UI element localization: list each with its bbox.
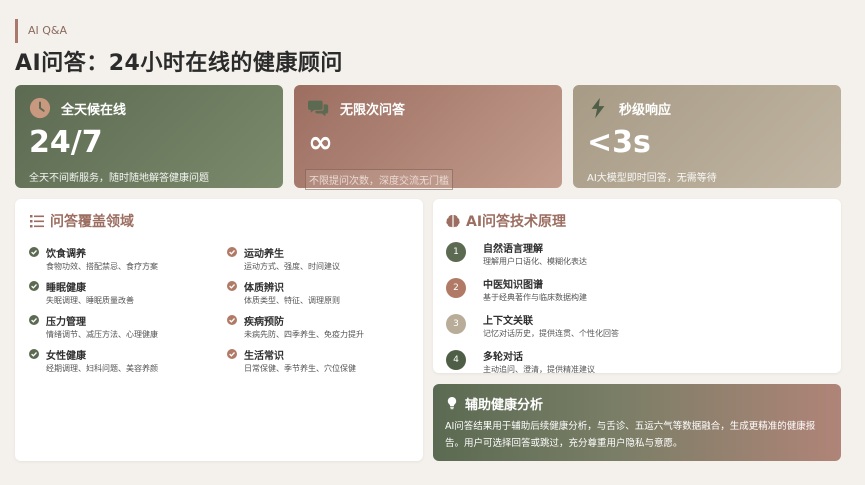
clock-icon <box>29 97 51 119</box>
coverage-panel: 问答覆盖领域 饮食调养 食物功效、搭配禁忌、食疗方案 睡眠健康 失眠调理、睡眠质… <box>15 199 423 461</box>
tech-item: 4 多轮对话 主动追问、澄清，提供精准建议 <box>445 347 829 383</box>
coverage-item-title: 运动养生 <box>244 249 284 260</box>
coverage-grid: 饮食调养 食物功效、搭配禁忌、食疗方案 睡眠健康 失眠调理、睡眠质量改善 压力管… <box>29 245 409 465</box>
check-circle-icon <box>29 315 39 325</box>
coverage-item-title: 疾病预防 <box>244 317 284 328</box>
page-title: AI问答：24小时在线的健康顾问 <box>15 51 343 76</box>
coverage-item-desc: 日常保健、季节养生、穴位保健 <box>244 364 356 373</box>
chat-bubbles-icon <box>308 100 329 117</box>
coverage-item-desc: 经期调理、妇科问题、美容养颜 <box>46 364 158 373</box>
section-tag: AI Q&A <box>15 19 67 43</box>
tech-item-desc: 记忆对话历史，提供连贯、个性化回答 <box>483 329 619 338</box>
coverage-item: 运动养生 运动方式、强度、时间建议 <box>227 245 417 279</box>
tech-panel: AI问答技术原理 1 自然语言理解 理解用户口语化、模糊化表达 2 中医知识图谱… <box>433 199 841 374</box>
check-circle-icon <box>29 281 39 291</box>
coverage-item: 饮食调养 食物功效、搭配禁忌、食疗方案 <box>29 245 219 279</box>
coverage-item-desc: 食物功效、搭配禁忌、食疗方案 <box>46 262 158 271</box>
tech-item-title: 多轮对话 <box>483 352 523 363</box>
stat-value: 24/7 <box>29 125 103 160</box>
check-circle-icon <box>29 247 39 257</box>
stat-desc: 不限提问次数，深度交流无门槛 <box>305 169 453 190</box>
coverage-item-desc: 体质类型、特征、调理原则 <box>244 296 340 305</box>
assist-analysis-box: 辅助健康分析 AI问答结果用于辅助后续健康分析，与舌诊、五运六气等数据融合，生成… <box>433 384 841 461</box>
coverage-item: 睡眠健康 失眠调理、睡眠质量改善 <box>29 279 219 313</box>
coverage-item: 压力管理 情绪调节、减压方法、心理健康 <box>29 313 219 347</box>
tech-item-title: 自然语言理解 <box>483 244 543 255</box>
stat-desc: 全天不间断服务，随时随地解答健康问题 <box>29 173 209 184</box>
check-circle-icon <box>227 349 237 359</box>
tech-item-desc: 基于经典著作与临床数据构建 <box>483 293 587 302</box>
coverage-item-title: 生活常识 <box>244 351 284 362</box>
coverage-item-title: 女性健康 <box>46 351 86 362</box>
list-icon <box>30 215 44 228</box>
check-circle-icon <box>29 349 39 359</box>
stat-value: ∞ <box>308 125 333 160</box>
assist-title: 辅助健康分析 <box>465 397 544 413</box>
coverage-item-title: 饮食调养 <box>46 249 86 260</box>
brain-icon <box>446 215 460 228</box>
coverage-item-title: 体质辨识 <box>244 283 284 294</box>
tech-item-title: 上下文关联 <box>483 316 533 327</box>
lightbulb-icon <box>447 397 457 410</box>
stat-desc: AI大模型即时回答，无需等待 <box>587 173 717 184</box>
stat-value: <3s <box>587 125 651 160</box>
assist-text: AI问答结果用于辅助后续健康分析，与舌诊、五运六气等数据融合，生成更精准的健康报… <box>445 421 816 449</box>
tech-item-title: 中医知识图谱 <box>483 280 543 291</box>
coverage-item: 女性健康 经期调理、妇科问题、美容养颜 <box>29 347 219 381</box>
tech-item-desc: 理解用户口语化、模糊化表达 <box>483 257 587 266</box>
step-number-badge: 4 <box>446 350 466 370</box>
coverage-title: 问答覆盖领域 <box>50 214 134 230</box>
step-number-badge: 2 <box>446 278 466 298</box>
coverage-item: 体质辨识 体质类型、特征、调理原则 <box>227 279 417 313</box>
coverage-item: 生活常识 日常保健、季节养生、穴位保健 <box>227 347 417 381</box>
stat-card-unlimited: 无限次问答 ∞ 不限提问次数，深度交流无门槛 <box>294 85 562 190</box>
coverage-item-desc: 未病先防、四季养生、免疫力提升 <box>244 330 364 339</box>
coverage-item-desc: 运动方式、强度、时间建议 <box>244 262 340 271</box>
step-number-badge: 3 <box>446 314 466 334</box>
coverage-item: 疾病预防 未病先防、四季养生、免疫力提升 <box>227 313 417 347</box>
check-circle-icon <box>227 281 237 291</box>
check-circle-icon <box>227 247 237 257</box>
tech-item-desc: 主动追问、澄清，提供精准建议 <box>483 365 595 374</box>
tech-title: AI问答技术原理 <box>466 214 567 230</box>
coverage-item-desc: 失眠调理、睡眠质量改善 <box>46 296 134 305</box>
tech-item: 2 中医知识图谱 基于经典著作与临床数据构建 <box>445 275 829 311</box>
tech-list: 1 自然语言理解 理解用户口语化、模糊化表达 2 中医知识图谱 基于经典著作与临… <box>445 239 829 383</box>
check-circle-icon <box>227 315 237 325</box>
coverage-item-title: 睡眠健康 <box>46 283 86 294</box>
step-number-badge: 1 <box>446 242 466 262</box>
stat-label: 全天候在线 <box>61 102 127 118</box>
stat-card-online: 全天候在线 24/7 全天不间断服务，随时随地解答健康问题 <box>15 85 283 188</box>
coverage-item-desc: 情绪调节、减压方法、心理健康 <box>46 330 158 339</box>
stat-label: 无限次问答 <box>340 102 406 118</box>
stat-card-response: 秒级响应 <3s AI大模型即时回答，无需等待 <box>573 85 841 188</box>
tech-item: 1 自然语言理解 理解用户口语化、模糊化表达 <box>445 239 829 275</box>
lightning-icon <box>591 97 605 119</box>
coverage-item-title: 压力管理 <box>46 317 86 328</box>
stat-label: 秒级响应 <box>619 102 672 118</box>
tech-item: 3 上下文关联 记忆对话历史，提供连贯、个性化回答 <box>445 311 829 347</box>
